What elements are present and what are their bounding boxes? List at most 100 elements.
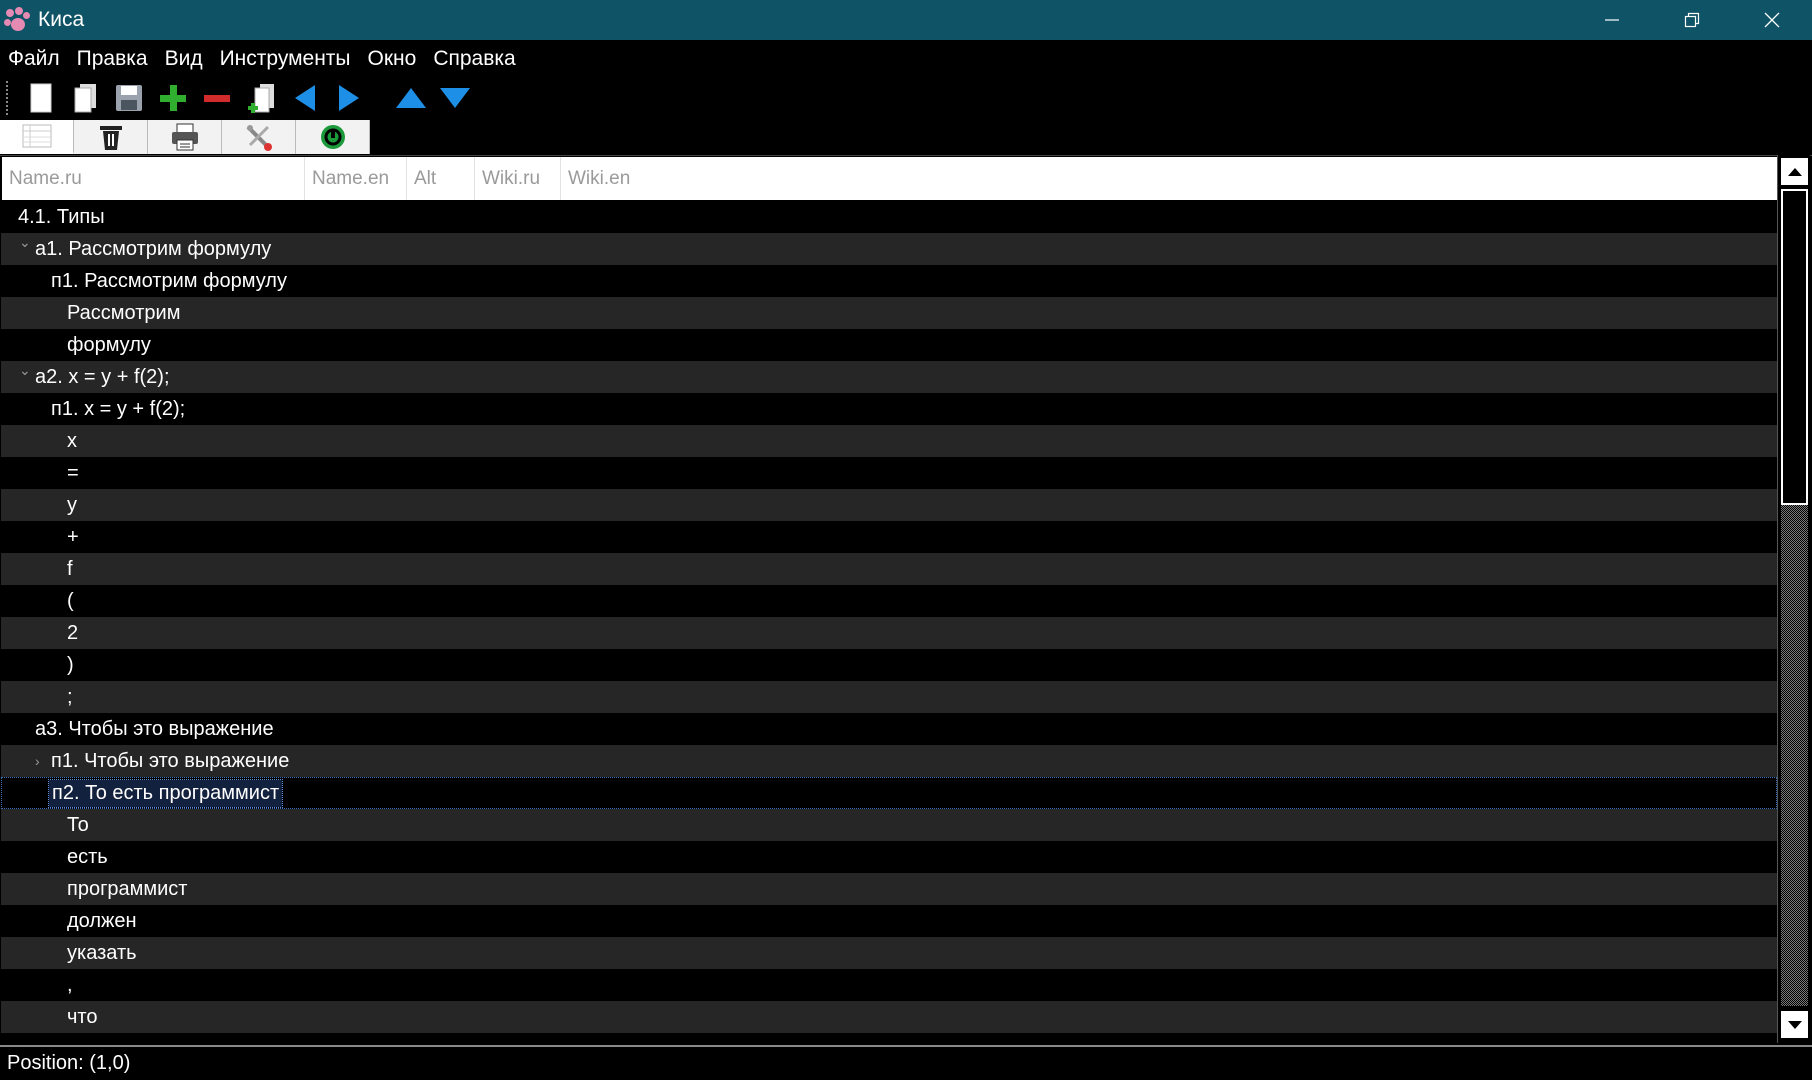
toolbar [0,78,480,118]
tree-row[interactable]: п1. Рассмотрим формулу [1,265,1777,297]
printer-icon [171,123,198,151]
tab-tools[interactable] [222,120,296,154]
close-button[interactable] [1732,0,1812,40]
tree-row[interactable]: формулу [1,329,1777,361]
menu-bar: Файл Правка Вид Инструменты Окно Справка [0,40,1812,78]
save-button[interactable] [110,79,148,117]
arrow-up-icon [396,88,426,108]
open-button[interactable] [66,79,104,117]
add-icon [160,85,186,111]
tree-row-label: , [67,973,73,996]
window-title: Киса [38,8,85,31]
chevron-down-icon[interactable]: ⌄ [19,234,31,251]
tree-row-label: указать [67,941,137,964]
toolbar-grip[interactable] [6,81,8,115]
tree-row[interactable]: ⌄ а2. x = y + f(2); [1,361,1777,393]
tree-row-label: п1. Чтобы это выражение [51,749,290,772]
tree-row[interactable]: указать [1,937,1777,969]
scroll-down-icon [1787,1020,1802,1029]
column-header-wiki-ru[interactable]: Wiki.ru [475,157,561,200]
tree-row[interactable]: есть [1,841,1777,873]
move-down-button[interactable] [436,79,474,117]
tree-row-label: п1. Рассмотрим формулу [51,269,287,292]
tree-row[interactable]: f [1,553,1777,585]
tree-row-label: а1. Рассмотрим формулу [35,237,272,260]
minimize-icon [1605,19,1619,21]
tree-row-label: 4.1. Типы [18,205,105,228]
column-header-name-ru[interactable]: Name.ru [2,157,305,200]
table-header: Name.ru Name.en Alt Wiki.ru Wiki.en [2,157,1777,200]
paw-icon [4,7,30,33]
arrow-right-icon [339,85,359,111]
tree-table: Name.ru Name.en Alt Wiki.ru Wiki.en 4.1.… [0,155,1812,1043]
column-header-name-en[interactable]: Name.en [305,157,407,200]
tree-row-label: То [67,813,89,836]
tree-row[interactable]: То [1,809,1777,841]
tree-row[interactable]: 4.1. Типы [1,201,1777,233]
tools-icon [246,125,272,151]
menu-file[interactable]: Файл [8,47,60,71]
tree-row-label: = [67,461,79,484]
arrow-left-icon [295,85,315,111]
tree-row-label: что [67,1005,98,1028]
save-icon [116,85,142,111]
tree-row[interactable]: п1. x = y + f(2); [1,393,1777,425]
tree-row[interactable]: Рассмотрим [1,297,1777,329]
tree-row[interactable]: ; [1,681,1777,713]
title-bar: Киса [0,0,1812,40]
scroll-up-button[interactable] [1781,158,1808,185]
tree-row[interactable]: а3. Чтобы это выражение [1,713,1777,745]
menu-window[interactable]: Окно [368,47,417,71]
restore-button[interactable] [1652,0,1732,40]
column-header-wiki-en[interactable]: Wiki.en [561,157,651,200]
tree-row[interactable]: п2. То есть программист [1,777,1777,809]
tree-row[interactable]: 2 [1,617,1777,649]
menu-tools[interactable]: Инструменты [220,47,351,71]
tree-row[interactable]: программист [1,873,1777,905]
scroll-down-button[interactable] [1781,1011,1808,1038]
trash-icon [99,126,122,150]
back-button[interactable] [286,79,324,117]
tree-row-label: ( [67,589,74,612]
scroll-thumb[interactable] [1781,189,1808,505]
menu-help[interactable]: Справка [433,47,515,71]
tree-row[interactable]: › п1. Чтобы это выражение [1,745,1777,777]
tree-row[interactable]: y [1,489,1777,521]
tree-row-label: п1. x = y + f(2); [51,397,186,420]
tree-row[interactable]: , [1,969,1777,1001]
tree-row[interactable]: ⌄ а1. Рассмотрим формулу [1,233,1777,265]
open-icon [74,84,96,113]
remove-icon [204,95,230,102]
forward-button[interactable] [330,79,368,117]
web-icon [320,125,345,149]
tree-row-label: а3. Чтобы это выражение [35,717,274,740]
tree-row[interactable]: ) [1,649,1777,681]
vertical-scrollbar[interactable] [1777,155,1810,1043]
tree-row[interactable]: ( [1,585,1777,617]
tree-row[interactable]: = [1,457,1777,489]
tab-web[interactable] [296,120,370,154]
tab-printer[interactable] [148,120,222,154]
tree-row[interactable]: должен [1,905,1777,937]
column-header-alt[interactable]: Alt [407,157,475,200]
tab-trash[interactable] [74,120,148,154]
add-button[interactable] [154,79,192,117]
minimize-button[interactable] [1572,0,1652,40]
insert-button[interactable] [242,79,280,117]
insert-icon [248,84,274,113]
remove-button[interactable] [198,79,236,117]
chevron-down-icon[interactable]: ⌄ [19,362,31,379]
move-up-button[interactable] [392,79,430,117]
menu-edit[interactable]: Правка [77,47,148,71]
tree-row[interactable]: x [1,425,1777,457]
tree-row-label: должен [67,909,137,932]
status-bar: Position: (1,0) [0,1045,1812,1080]
tree-row-label: формулу [67,333,151,356]
tree-row-label: Рассмотрим [67,301,181,324]
chevron-right-icon[interactable]: › [35,753,40,769]
tree-row[interactable]: что [1,1001,1777,1033]
menu-view[interactable]: Вид [165,47,203,71]
tab-table[interactable] [0,120,74,154]
new-document-button[interactable] [22,79,60,117]
tree-row[interactable]: + [1,521,1777,553]
